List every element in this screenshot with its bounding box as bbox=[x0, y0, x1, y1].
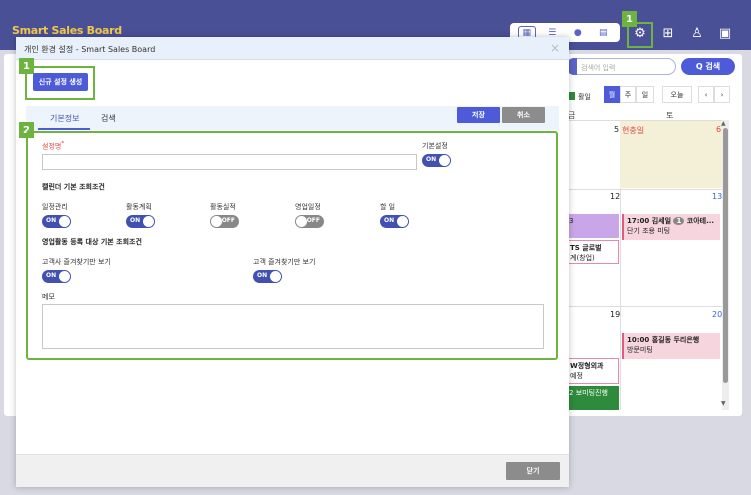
modal-title: 개인 환경 설정 - Smart Sales Board bbox=[24, 45, 156, 54]
calendar-section-title: 캘린더 기본 조회조건 bbox=[42, 183, 105, 191]
search-button[interactable]: Q 검색 bbox=[681, 58, 735, 75]
day-number[interactable]: 20 bbox=[712, 310, 722, 319]
event-block[interactable]: 17:00 김세일 1 코아테... 단기 조용 미팅 bbox=[622, 214, 720, 240]
modal-footer: 닫기 bbox=[16, 454, 569, 487]
calendar-grid: 금 토 5 현충일 6 12 13 3 TS 글로벌 계(창업) 17:00 김… bbox=[566, 110, 722, 410]
scroll-down-icon[interactable]: ▼ bbox=[721, 400, 726, 407]
customer-fav-toggle[interactable]: ON bbox=[253, 270, 282, 283]
report-icon[interactable]: ▣ bbox=[716, 24, 734, 42]
modal-header: 개인 환경 설정 - Smart Sales Board × bbox=[16, 37, 569, 60]
gear-icon[interactable]: ⚙ bbox=[631, 24, 649, 42]
day-number[interactable]: 12 bbox=[610, 192, 620, 201]
prev-month-button[interactable]: ‹ bbox=[698, 86, 714, 103]
tab-basic-info[interactable]: 기본정보 bbox=[50, 113, 79, 124]
next-month-button[interactable]: › bbox=[714, 86, 730, 103]
month-view-button[interactable]: 월 bbox=[604, 86, 620, 103]
activity-result-toggle[interactable]: OFF bbox=[210, 215, 239, 228]
default-setting-toggle[interactable]: ON bbox=[422, 154, 451, 167]
holiday-label: 현충일 bbox=[622, 126, 645, 135]
new-setting-button[interactable]: 신규 설정 생성 bbox=[33, 73, 88, 91]
day-view-button[interactable]: 일 bbox=[636, 86, 654, 103]
setting-name-input[interactable] bbox=[42, 154, 417, 170]
activity-plan-toggle-label: 활동계획 bbox=[126, 203, 152, 211]
customer-company-fav-toggle[interactable]: ON bbox=[42, 270, 71, 283]
todo-toggle-label: 할 일 bbox=[380, 203, 396, 211]
user-settings-icon[interactable]: ♙ bbox=[688, 24, 706, 42]
sales-section-title: 영업활동 등록 대상 기본 조회조건 bbox=[42, 238, 142, 246]
scrollbar-thumb[interactable] bbox=[723, 128, 728, 383]
memo-textarea[interactable] bbox=[42, 304, 544, 349]
scroll-up-icon[interactable]: ▲ bbox=[721, 120, 726, 127]
schedule-toggle[interactable]: ON bbox=[42, 215, 71, 228]
memo-label: 메모 bbox=[42, 293, 55, 301]
day-number[interactable]: 13 bbox=[712, 192, 722, 201]
person-view-icon[interactable]: ● bbox=[569, 26, 587, 39]
customer-fav-label: 고객 즐겨찾기만 보기 bbox=[253, 258, 316, 266]
app-title: Smart Sales Board bbox=[12, 24, 122, 37]
basic-info-form: 설정명* 기본설정 ON 캘린더 기본 조회조건 일정관리 ON 활동계획 ON… bbox=[26, 131, 558, 360]
today-button[interactable]: 오늘 bbox=[662, 86, 692, 103]
legend-label: 활일 bbox=[578, 93, 591, 101]
search-input[interactable]: 검색어 입력 bbox=[566, 58, 676, 75]
activity-plan-toggle[interactable]: ON bbox=[126, 215, 155, 228]
sales-schedule-toggle[interactable]: OFF bbox=[295, 215, 324, 228]
settings-modal: 개인 환경 설정 - Smart Sales Board × 1 신규 설정 생… bbox=[16, 37, 569, 487]
setting-name-label: 설정명* bbox=[42, 141, 65, 151]
activity-result-toggle-label: 활동실적 bbox=[210, 203, 236, 211]
sales-schedule-toggle-label: 영업일정 bbox=[295, 203, 321, 211]
close-button[interactable]: 닫기 bbox=[506, 462, 560, 480]
grid-line bbox=[566, 189, 722, 190]
grid-line bbox=[566, 306, 722, 307]
todo-toggle[interactable]: ON bbox=[380, 215, 409, 228]
save-button[interactable]: 저장 bbox=[457, 107, 500, 123]
default-setting-label: 기본설정 bbox=[422, 142, 448, 150]
day-number[interactable]: 5 bbox=[614, 125, 619, 134]
event-block[interactable]: TS 글로벌 계(창업) bbox=[566, 240, 619, 264]
week-view-button[interactable]: 주 bbox=[620, 86, 636, 103]
customer-company-fav-label: 고객사 즐겨찾기만 보기 bbox=[42, 258, 111, 266]
schedule-toggle-label: 일정관리 bbox=[42, 203, 68, 211]
active-tab-indicator bbox=[38, 128, 90, 130]
event-block[interactable]: 2 보미팅진행 bbox=[566, 386, 619, 410]
new-setting-callout-badge: 1 bbox=[19, 58, 34, 74]
tab-search[interactable]: 검색 bbox=[101, 113, 116, 124]
day-number[interactable]: 19 bbox=[610, 310, 620, 319]
event-block[interactable]: 10:00 홍길동 두리은행 방문미팅 bbox=[622, 333, 720, 359]
close-icon[interactable]: × bbox=[550, 41, 560, 55]
add-calendar-icon[interactable]: ⊞ bbox=[659, 24, 677, 42]
grid-view-icon[interactable]: ▤ bbox=[594, 26, 612, 39]
cancel-button[interactable]: 취소 bbox=[502, 107, 545, 123]
event-block[interactable]: 3 bbox=[566, 214, 619, 238]
event-block[interactable]: W정형외과 예정 bbox=[566, 358, 619, 384]
